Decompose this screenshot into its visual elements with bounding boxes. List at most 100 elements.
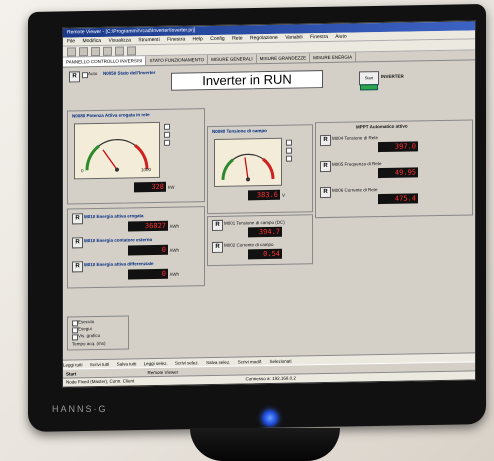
tab-misure-energia[interactable]: MISURE ENERGIA (310, 52, 357, 63)
power-auto-checkbox[interactable] (164, 131, 170, 138)
write-selected-button[interactable]: Scrivi selez. (175, 360, 199, 365)
auto-label: Auto (88, 70, 98, 77)
power-acq-checkbox[interactable] (164, 123, 170, 130)
grid-frequency-refresh-button[interactable]: R (320, 160, 331, 173)
grid-current-label: M006 Corrente di Rete (332, 187, 378, 193)
power-button-icon[interactable] (262, 410, 278, 426)
menu-item[interactable]: Modifica (82, 38, 101, 44)
grid-current-display: 475.4 (378, 193, 418, 205)
energy-erogata-label: M010 Energia attiva erogata (84, 213, 144, 220)
power-value-display: 328 (134, 181, 166, 193)
power-panel-title: N0080 Potenza Attiva erogata in rete (72, 112, 150, 119)
energy-erogata-unit: kWh (170, 223, 179, 229)
field-voltage-panel: N0080 Tensione di campo 383.6 V (207, 124, 313, 215)
dc-voltage-label: M001 Tensione di campo (DC) (224, 219, 285, 226)
dc-voltage-refresh-button[interactable]: R (212, 219, 223, 231)
taskbar-app-button[interactable]: Remote Viewer (148, 370, 179, 376)
power-gauge-min: 0 (81, 168, 84, 174)
energy-esterno-display: 0 (128, 244, 168, 256)
tab-stato[interactable]: STATO FUNZIONAMENTO (146, 55, 209, 66)
dc-current-label: M002 Corrente di campo (224, 241, 274, 248)
menu-item[interactable]: Visualizza (108, 37, 130, 43)
read-selected-button[interactable]: Leggi selez. (144, 361, 168, 366)
field-value-display: 383.6 (248, 189, 280, 201)
start-menu-button[interactable]: Start (66, 371, 76, 376)
status-right: Connesso a: 192.168.0.2 (245, 375, 296, 382)
tab-misure-grandezze[interactable]: MISURE GRANDEZZE (256, 53, 311, 64)
new-file-icon[interactable] (67, 46, 76, 57)
menu-item[interactable]: Finestra (310, 34, 328, 40)
photo-scene: Remote Viewer - [C:\Programmi\Vcad\Inver… (0, 0, 494, 461)
menu-item[interactable]: Variabili (285, 34, 302, 40)
energy-esterno-label: M010 Energia contatore esterno (84, 237, 153, 244)
run-indicator-lamp (360, 84, 378, 91)
menu-item[interactable]: Rete (232, 35, 243, 41)
energy-esterno-unit: kWh (170, 247, 179, 253)
menu-item[interactable]: Strumenti (138, 37, 159, 43)
dc-panel: R M001 Tensione di campo (DC) 394.7 R M0… (207, 214, 313, 267)
menu-item[interactable]: Finestra (167, 36, 185, 42)
energy-differenziale-label: M010 Energia attiva differenziale (84, 261, 154, 268)
grid-panel: MPPT Automatico attivo R M004 Tensione d… (315, 119, 473, 219)
status-header: R Auto N0050 Stato dell'Inverter Inverte… (63, 60, 475, 97)
grid-voltage-label: M004 Tensione di Rete (332, 135, 378, 141)
menu-item[interactable]: Config (210, 36, 224, 42)
energy-erogata-refresh-button[interactable]: R (72, 213, 83, 225)
write-modified-button[interactable]: Scrivi modif. (238, 359, 263, 364)
connect-icon[interactable] (115, 46, 124, 56)
tab-pannello[interactable]: PANNELLO CONTROLLO INVERSISI (63, 56, 147, 67)
monitor-brand-logo: HANNS·G (52, 404, 108, 414)
power-panel: N0080 Potenza Attiva erogata in rete 0 1… (67, 108, 205, 205)
status-label: N0050 Stato dell'Inverter (103, 69, 156, 76)
power-unit: kW (168, 184, 175, 190)
grid-voltage-display: 397.0 (378, 141, 418, 153)
settings-icon[interactable] (127, 45, 136, 55)
graph-label: Vis. grafico (78, 332, 101, 339)
energy-differenziale-refresh-button[interactable]: R (72, 261, 83, 273)
inverter-status-banner: Inverter in RUN (171, 70, 323, 91)
tab-misure-generali[interactable]: MISURE GENERALI (208, 54, 257, 65)
monitor-stand (190, 428, 340, 461)
energy-erogata-display: 36027 (128, 220, 168, 232)
save-selected-button[interactable]: Salva selez. (206, 360, 230, 365)
dc-current-refresh-button[interactable]: R (212, 241, 223, 253)
power-gauge-max: 1000 (141, 167, 152, 173)
power-gauge: 0 1000 (74, 121, 160, 180)
energy-differenziale-unit: kWh (170, 271, 179, 277)
field-gauge (214, 137, 282, 187)
field-graph-checkbox[interactable] (286, 155, 292, 162)
status-left: Node Fixed (Master), Conn. Client (66, 378, 135, 385)
print-icon[interactable] (103, 46, 112, 56)
save-all-button[interactable]: Salva tutti (117, 361, 137, 366)
save-icon[interactable] (91, 46, 100, 56)
field-auto-checkbox[interactable] (286, 147, 292, 154)
monitor-screen: Remote Viewer - [C:\Programmi\Vcad\Inver… (62, 20, 476, 388)
field-acq-checkbox[interactable] (286, 139, 292, 146)
dc-current-display: 0.54 (248, 248, 282, 260)
inverter-label: INVERTER (381, 73, 404, 80)
refresh-button[interactable]: R (69, 71, 80, 83)
energy-differenziale-display: 0 (128, 268, 168, 280)
esegui-label: Esegui (78, 326, 92, 332)
read-all-button[interactable]: Leggi tutti (63, 362, 83, 367)
power-graph-checkbox[interactable] (164, 139, 170, 146)
write-all-button[interactable]: Scrivi tutti (90, 362, 110, 367)
field-unit: V (282, 192, 286, 198)
grid-voltage-refresh-button[interactable]: R (320, 134, 331, 147)
options-panel: Esecuto Esegui Vis. grafico Tempo acq. (… (67, 315, 129, 351)
field-panel-title: N0080 Tensione di campo (212, 128, 267, 134)
menu-item[interactable]: File (67, 38, 75, 44)
selected-button[interactable]: Selezionati (269, 359, 291, 364)
open-folder-icon[interactable] (79, 46, 88, 56)
field-gauge-dial (221, 153, 275, 182)
energy-panel: R M010 Energia attiva erogata 36027 kWh … (67, 206, 205, 289)
menu-item[interactable]: Regolazione (250, 35, 278, 41)
menu-item[interactable]: Help (193, 36, 203, 42)
tempo-label: Tempo acq. (ms) (72, 340, 106, 347)
menu-item[interactable]: Aiuto (335, 34, 346, 40)
grid-current-refresh-button[interactable]: R (320, 186, 331, 199)
grid-frequency-label: M005 Frequenza di Rete (332, 161, 382, 167)
energy-esterno-refresh-button[interactable]: R (72, 237, 83, 249)
grid-frequency-display: 49.95 (378, 167, 418, 179)
dc-voltage-display: 394.7 (248, 226, 282, 238)
